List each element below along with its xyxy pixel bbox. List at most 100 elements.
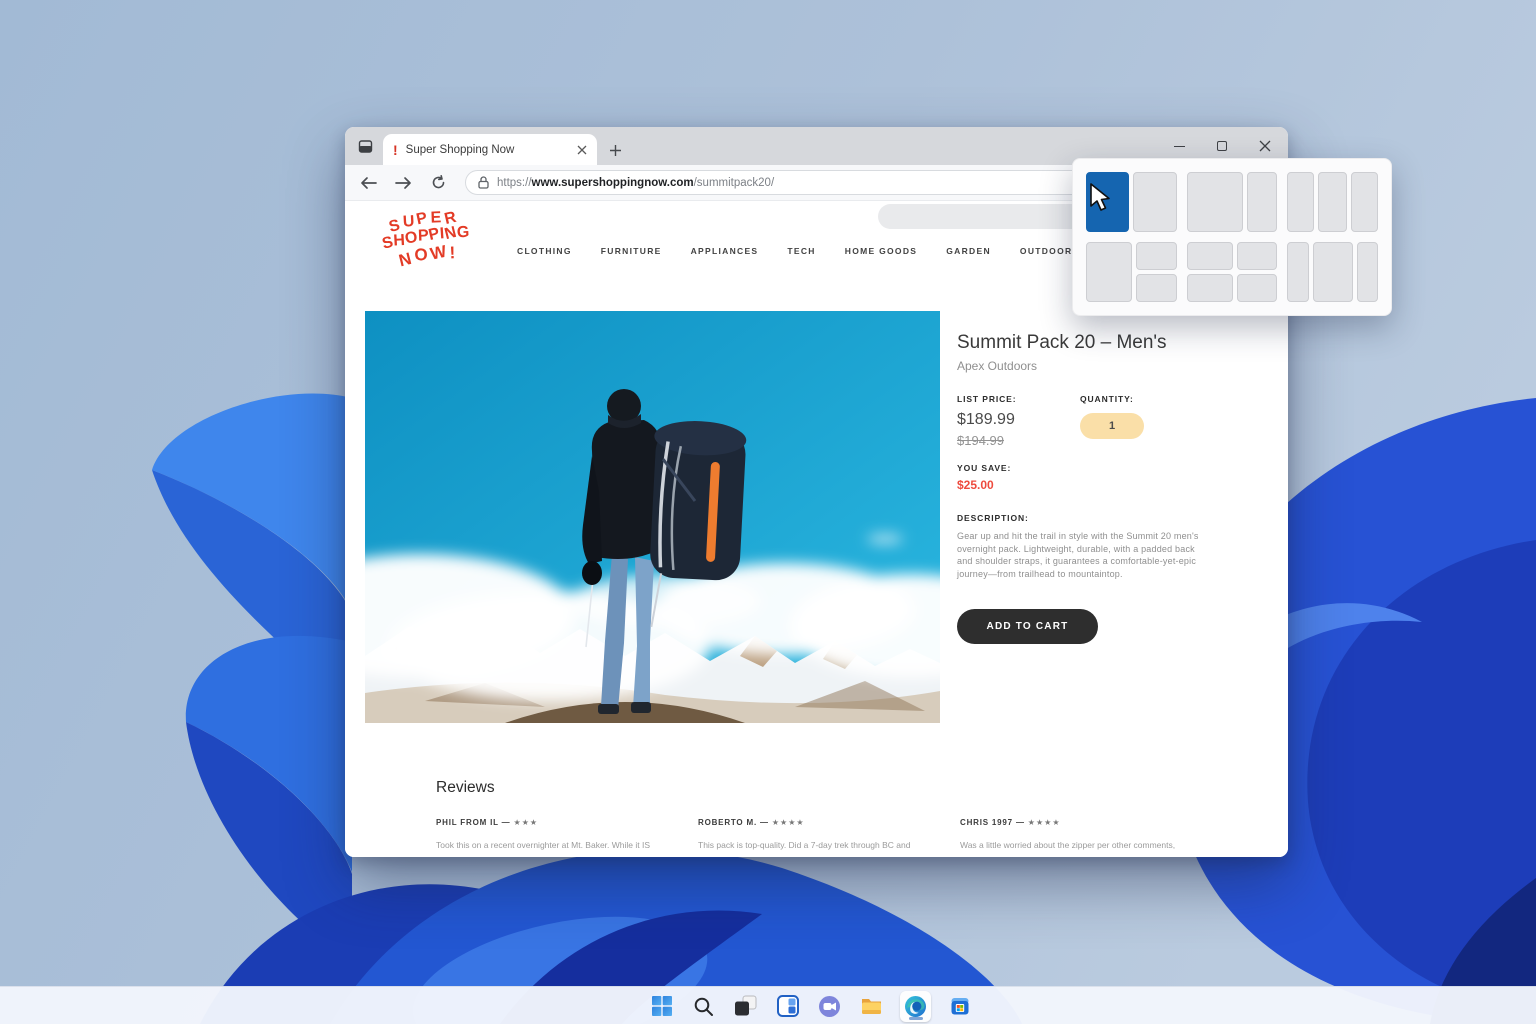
close-button[interactable] <box>1258 139 1272 153</box>
task-view-icon <box>734 995 757 1017</box>
review-card: CHRIS 1997 — ★★★★ Was a little worried a… <box>960 818 1198 851</box>
add-to-cart-button[interactable]: ADD TO CART <box>957 609 1098 644</box>
minimize-icon <box>1174 146 1185 147</box>
review-header: ROBERTO M. — ★★★★ <box>698 818 936 827</box>
quantity-stepper[interactable]: 1 <box>1080 413 1144 439</box>
start-icon <box>651 995 673 1017</box>
review-text: Was a little worried about the zipper pe… <box>960 840 1198 851</box>
edge-button[interactable] <box>900 991 931 1022</box>
price-block: LIST PRICE: $189.99 $194.99 <box>957 394 1080 448</box>
price-quantity-row: LIST PRICE: $189.99 $194.99 QUANTITY: 1 <box>957 394 1287 448</box>
review-card: PHIL FROM IL — ★★★ Took this on a recent… <box>436 818 674 851</box>
edge-icon <box>904 995 927 1018</box>
taskbar <box>0 986 1536 1024</box>
start-button[interactable] <box>648 993 675 1020</box>
reviews-section: Reviews PHIL FROM IL — ★★★ Took this on … <box>436 779 1246 851</box>
original-price: $194.99 <box>957 433 1080 448</box>
snap-zone-top-right[interactable] <box>1237 242 1277 270</box>
snap-zone-col2[interactable] <box>1318 172 1348 232</box>
browser-tab[interactable]: ! Super Shopping Now <box>383 134 597 165</box>
lock-icon <box>478 176 489 189</box>
snap-zone-narrow-right[interactable] <box>1357 242 1378 302</box>
snap-zone-wide-center[interactable] <box>1313 242 1353 302</box>
chat-button[interactable] <box>816 993 843 1020</box>
shop-logo[interactable]: SUPER SHOPPING NOW! <box>368 204 484 270</box>
snap-zone-left-tall[interactable] <box>1086 242 1132 302</box>
product-brand: Apex Outdoors <box>957 359 1287 373</box>
snap-zone-right-bottom[interactable] <box>1136 274 1176 302</box>
you-save-value: $25.00 <box>957 478 1287 492</box>
url-domain: www.supershoppingnow.com <box>532 177 694 189</box>
snap-zone-narrow-right[interactable] <box>1247 172 1277 232</box>
snap-zone-col1[interactable] <box>1287 172 1313 232</box>
new-tab-button[interactable] <box>609 144 622 157</box>
snap-layouts-flyout <box>1072 158 1392 316</box>
review-text: Took this on a recent overnighter at Mt.… <box>436 840 674 851</box>
snap-zone-col3[interactable] <box>1351 172 1378 232</box>
file-explorer-button[interactable] <box>858 993 885 1020</box>
back-button[interactable] <box>358 173 378 193</box>
you-save-block: YOU SAVE: $25.00 <box>957 463 1287 492</box>
close-icon <box>1259 140 1271 152</box>
chat-icon <box>818 995 841 1018</box>
description-text: Gear up and hit the trail in style with … <box>957 530 1212 580</box>
three-columns-layout[interactable] <box>1287 172 1378 232</box>
nav-item-clothing[interactable]: CLOTHING <box>517 246 572 256</box>
search-button[interactable] <box>690 993 717 1020</box>
snap-zone-wide-left[interactable] <box>1187 172 1244 232</box>
review-stars: ★★★★ <box>772 818 805 827</box>
description-block: DESCRIPTION: Gear up and hit the trail i… <box>957 513 1212 580</box>
list-price-label: LIST PRICE: <box>957 394 1080 404</box>
current-price: $189.99 <box>957 411 1080 429</box>
product-image-hiker <box>365 311 940 723</box>
review-author: PHIL FROM IL <box>436 818 499 827</box>
snap-zone-top-left[interactable] <box>1187 242 1233 270</box>
widgets-icon <box>777 995 799 1017</box>
nav-item-appliances[interactable]: APPLIANCES <box>691 246 759 256</box>
nav-item-home-goods[interactable]: HOME GOODS <box>845 246 918 256</box>
task-view-button[interactable] <box>732 993 759 1020</box>
snap-zone-bottom-right[interactable] <box>1237 274 1277 302</box>
forward-button[interactable] <box>393 173 413 193</box>
quad-grid-layout[interactable] <box>1187 242 1278 302</box>
product-title: Summit Pack 20 – Men's <box>957 332 1287 354</box>
tab-title: Super Shopping Now <box>406 144 569 156</box>
quantity-label: QUANTITY: <box>1080 394 1144 404</box>
file-explorer-icon <box>860 996 883 1016</box>
widgets-button[interactable] <box>774 993 801 1020</box>
url-text: https://www.supershoppingnow.com/summitp… <box>497 177 774 189</box>
plus-icon <box>609 144 622 157</box>
review-author: ROBERTO M. <box>698 818 757 827</box>
wide-left-layout[interactable] <box>1187 172 1278 232</box>
product-details: Summit Pack 20 – Men's Apex Outdoors LIS… <box>957 332 1287 644</box>
review-stars: ★★★★ <box>1028 818 1061 827</box>
snap-zone-right[interactable] <box>1133 172 1176 232</box>
snap-zone-narrow-left[interactable] <box>1287 242 1308 302</box>
review-separator: — <box>1016 818 1025 827</box>
reviews-heading: Reviews <box>436 779 1246 797</box>
snap-zone-bottom-left[interactable] <box>1187 274 1233 302</box>
nav-item-furniture[interactable]: FURNITURE <box>601 246 662 256</box>
tab-close-icon[interactable] <box>577 145 587 155</box>
site-favicon-exclamation: ! <box>393 143 398 157</box>
store-button[interactable] <box>946 993 973 1020</box>
snap-zone-right-top[interactable] <box>1136 242 1176 270</box>
left-with-stacked-right-layout[interactable] <box>1086 242 1177 302</box>
forward-arrow-icon <box>395 176 412 190</box>
maximize-icon <box>1217 141 1227 151</box>
store-icon <box>949 995 971 1017</box>
focus-center-layout[interactable] <box>1287 242 1378 302</box>
nav-item-garden[interactable]: GARDEN <box>946 246 991 256</box>
tab-actions-menu-button[interactable] <box>354 135 376 157</box>
back-arrow-icon <box>360 176 377 190</box>
maximize-button[interactable] <box>1215 139 1229 153</box>
minimize-button[interactable] <box>1172 139 1186 153</box>
refresh-button[interactable] <box>428 173 448 193</box>
nav-item-tech[interactable]: TECH <box>787 246 815 256</box>
review-text: This pack is top-quality. Did a 7-day tr… <box>698 840 936 851</box>
search-icon <box>693 996 714 1017</box>
desktop: ! Super Shopping Now <box>0 0 1536 1024</box>
review-header: PHIL FROM IL — ★★★ <box>436 818 674 827</box>
nav-item-outdoor[interactable]: OUTDOOR <box>1020 246 1073 256</box>
active-app-indicator <box>909 1017 923 1020</box>
